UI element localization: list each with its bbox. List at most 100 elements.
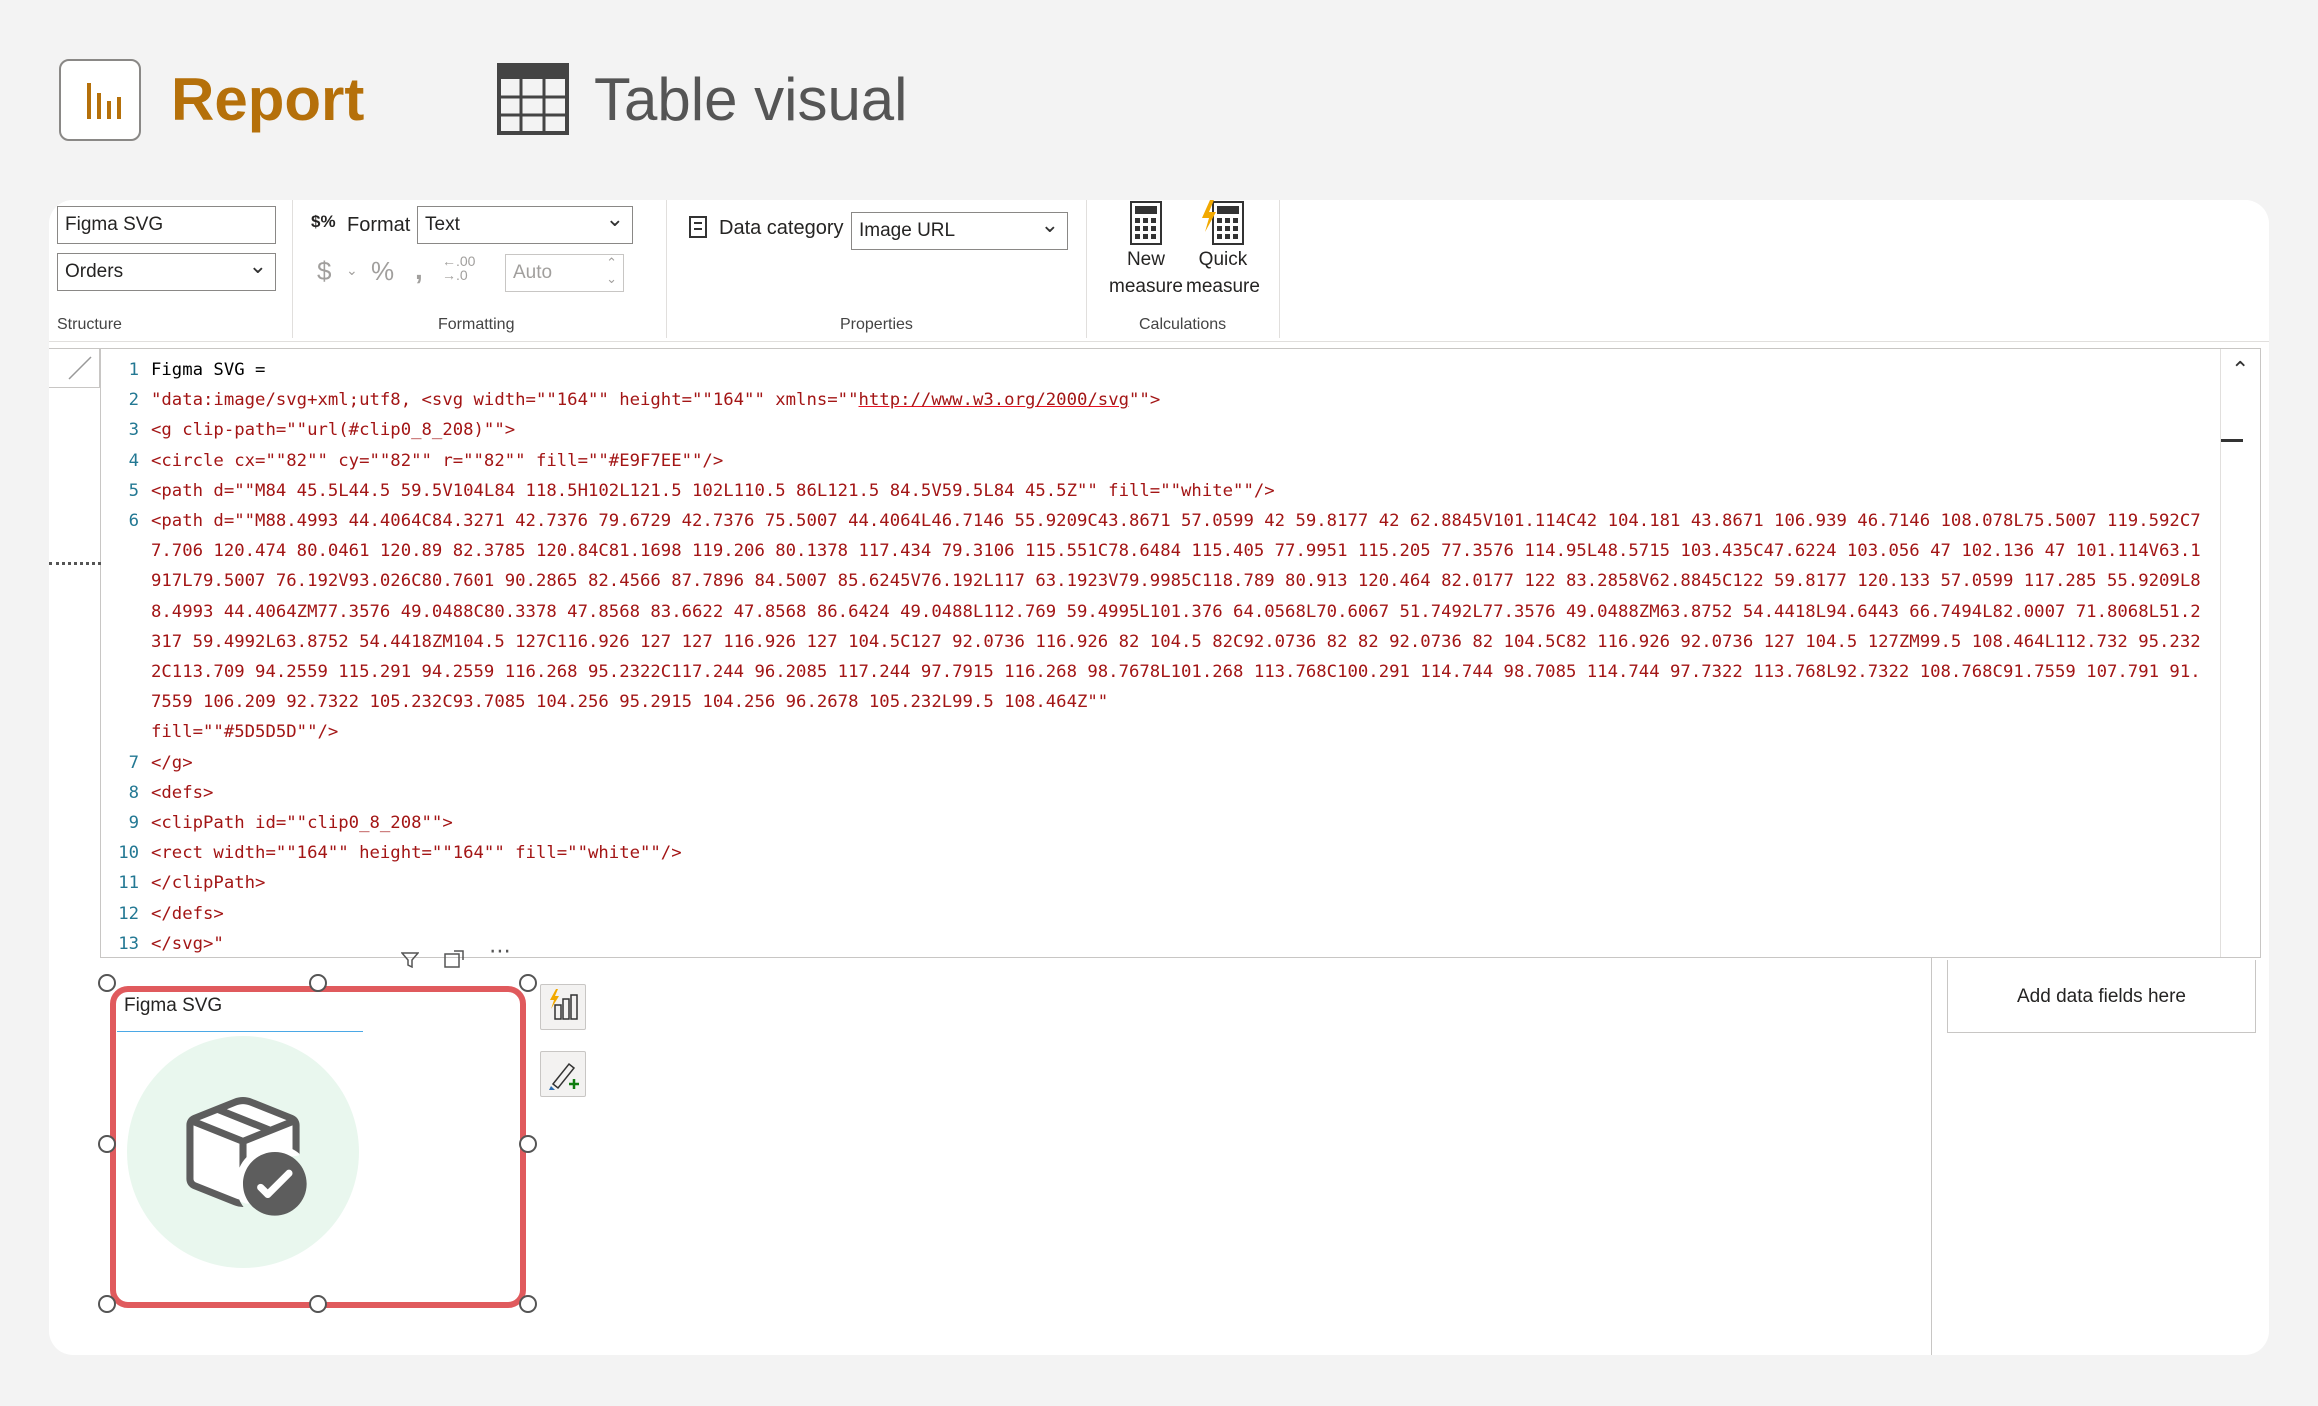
code-line: 9 <clipPath id=""clip0_8_208""> — [101, 808, 2211, 838]
add-data-fields-well[interactable]: Add data fields here — [1947, 960, 2256, 1033]
brush-plus-icon — [549, 1062, 579, 1090]
line-number: 4 — [128, 450, 139, 471]
report-label: Report — [171, 66, 365, 133]
line-number: 10 — [118, 843, 139, 864]
chevron-up-icon: ⌃ — [2231, 357, 2250, 382]
filter-icon[interactable] — [401, 952, 419, 968]
smart-narrative-button[interactable] — [540, 984, 586, 1030]
quick-measure-line1: Quick — [1198, 249, 1248, 270]
format-painter-button[interactable] — [540, 1051, 586, 1097]
quick-insights-icon — [550, 989, 578, 1020]
structure-group-label: Structure — [57, 316, 122, 333]
code-line: 6 <path d=""M88.4993 44.4064C84.3271 42.7… — [101, 506, 2211, 748]
code-text: </g> — [151, 752, 193, 773]
line-number: 1 — [128, 360, 139, 380]
package-check-icon — [127, 1036, 359, 1268]
code-line: 3 <g clip-path=""url(#clip0_8_208)""> — [101, 415, 2211, 445]
code-text: <path d=""M88.4993 44.4064C84.3271 42.73… — [151, 511, 2201, 743]
home-table-value: Orders — [65, 261, 124, 282]
home-table-select[interactable]: Orders — [57, 248, 276, 291]
minimize-icon[interactable] — [2221, 439, 2243, 442]
calculator-icon — [1129, 201, 1162, 245]
code-text: <rect width=""164"" height=""164"" fill=… — [151, 843, 682, 864]
currency-icon[interactable]: $ — [317, 256, 331, 287]
ribbon: Figma SVG Orders Structure $% Format Tex… — [49, 200, 2269, 342]
resize-handle-tl[interactable] — [98, 974, 116, 992]
code-text: <g clip-path=""url(#clip0_8_208)""> — [151, 420, 516, 441]
new-measure-line1: New — [1126, 249, 1165, 270]
currency-dropdown-icon[interactable]: ⌄ — [346, 262, 358, 279]
code-line: 1 Figma SVG = — [101, 355, 2211, 385]
line-number: 5 — [128, 480, 139, 501]
resize-handle-tr[interactable] — [519, 974, 537, 992]
code-line: 7 </g> — [101, 748, 2211, 778]
new-measure-line2: measure — [1109, 276, 1183, 297]
line-number: 9 — [128, 813, 139, 834]
decimal-places-input[interactable]: Auto ⌃ ⌄ — [505, 254, 624, 292]
format-label: Format — [347, 214, 411, 236]
quick-measure-line2: measure — [1186, 276, 1260, 297]
resize-handle-br[interactable] — [519, 1295, 537, 1313]
quick-measure-icon — [1201, 200, 1244, 245]
new-measure-button[interactable]: New measure — [1109, 200, 1183, 300]
resize-handle-l[interactable] — [98, 1135, 116, 1153]
code-line: 4 <circle cx=""82"" cy=""82"" r=""82"" fi… — [101, 446, 2211, 476]
page-tab-dotted-line — [49, 562, 101, 565]
properties-group-label: Properties — [840, 316, 913, 333]
format-select[interactable]: Text — [417, 201, 633, 244]
decimal-places-icon[interactable]: ←.00 →.0 — [442, 254, 475, 282]
code-line: 10 <rect width=""164"" height=""164"" fil… — [101, 838, 2211, 868]
resize-handle-r[interactable] — [519, 1135, 537, 1153]
code-line: 2 "data:image/svg+xml;utf8, <svg width=""… — [101, 385, 2211, 415]
data-category-value: Image URL — [859, 220, 956, 241]
data-category-label: Data category — [719, 217, 844, 239]
focus-mode-icon[interactable] — [444, 950, 464, 968]
formatting-group-label: Formatting — [438, 316, 515, 333]
more-options-icon[interactable]: ⋯ — [489, 938, 511, 964]
code-text: </defs> — [151, 903, 224, 924]
report-view-icon[interactable] — [59, 59, 141, 141]
quick-measure-button[interactable]: Quick measure — [1186, 200, 1260, 300]
svg-namespace-link[interactable]: http://www.w3.org/2000/svg — [859, 390, 1130, 410]
code-line: 8 <defs> — [101, 778, 2211, 808]
code-lines: 1 Figma SVG = 2 "data:image/svg+xml;utf8, <… — [101, 355, 2211, 959]
code-text: <defs> — [151, 782, 214, 803]
measure-name-input[interactable]: Figma SVG — [57, 206, 276, 244]
line-number: 6 — [128, 511, 139, 532]
code-text: "data:image/svg+xml;utf8, <svg width=""1… — [151, 390, 1161, 411]
code-text: <clipPath id=""clip0_8_208""> — [151, 813, 453, 834]
table-visual-icon — [497, 63, 569, 135]
code-text: </clipPath> — [151, 873, 266, 894]
line-number: 3 — [128, 420, 139, 441]
resize-handle-b[interactable] — [309, 1295, 327, 1313]
code-text: Figma SVG = — [151, 360, 266, 380]
data-category-icon — [689, 216, 707, 238]
format-icon: $% — [311, 212, 336, 231]
format-value: Text — [425, 214, 460, 235]
line-number: 7 — [128, 752, 139, 773]
code-line: 12 </defs> — [101, 899, 2211, 929]
spinner-down-icon[interactable]: ⌄ — [606, 261, 617, 297]
calculations-group-label: Calculations — [1139, 316, 1227, 333]
data-category-select[interactable]: Image URL — [851, 207, 1068, 250]
visual-title: Figma SVG — [124, 995, 223, 1016]
line-number: 8 — [128, 782, 139, 803]
resize-handle-bl[interactable] — [98, 1295, 116, 1313]
visual-title-underline — [117, 1031, 363, 1032]
code-text: <circle cx=""82"" cy=""82"" r=""82"" fil… — [151, 450, 724, 471]
line-number: 2 — [128, 390, 139, 411]
code-line: 5 <path d=""M84 45.5L44.5 59.5V104L84 118… — [101, 476, 2211, 506]
fields-pane-divider — [1931, 958, 1932, 1355]
desktop-window: Figma SVG Orders Structure $% Format Tex… — [49, 200, 2269, 1355]
table-visual-label: Table visual — [594, 66, 908, 133]
percent-icon[interactable]: % — [371, 256, 394, 287]
code-text: <path d=""M84 45.5L44.5 59.5V104L84 118.… — [151, 480, 1275, 501]
formula-cancel-stub[interactable] — [49, 348, 100, 388]
code-line: 11 </clipPath> — [101, 868, 2211, 898]
line-number: 11 — [118, 873, 139, 894]
line-number: 12 — [118, 903, 139, 924]
resize-handle-t[interactable] — [309, 974, 327, 992]
decimal-auto-value: Auto — [513, 262, 553, 283]
dax-formula-editor[interactable]: 1 Figma SVG = 2 "data:image/svg+xml;utf8, <… — [100, 348, 2261, 958]
comma-icon[interactable]: , — [415, 254, 423, 286]
